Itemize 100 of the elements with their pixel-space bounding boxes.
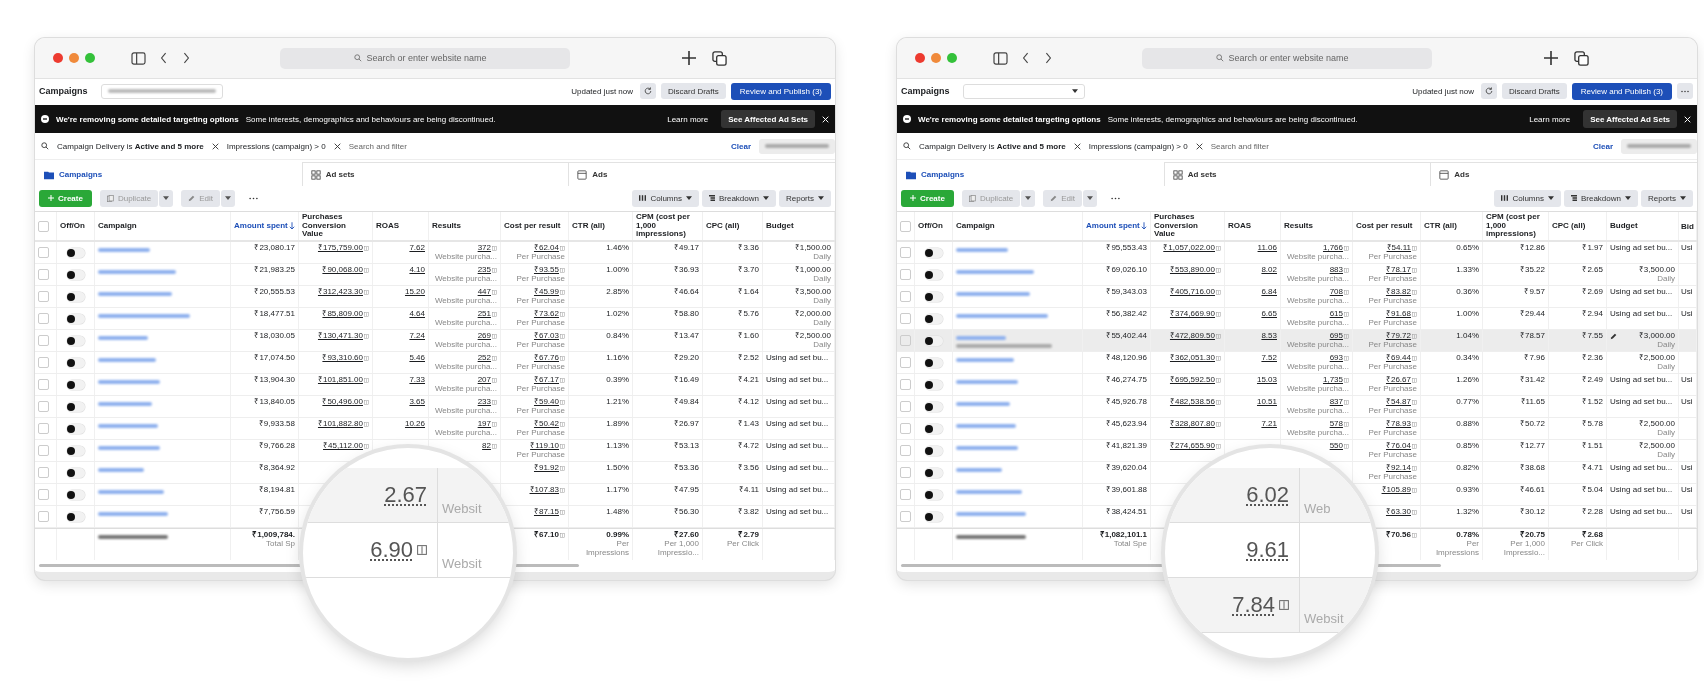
clear-link[interactable]: Clear [731, 141, 751, 151]
refresh-button[interactable] [640, 83, 657, 99]
more-icon[interactable] [249, 196, 259, 200]
compare-icon[interactable] [1216, 333, 1221, 339]
compare-icon[interactable] [560, 532, 565, 538]
columns-button[interactable]: Columns [1494, 189, 1561, 207]
blurred-campaign-name[interactable] [956, 358, 1014, 362]
column-header[interactable]: Amount spent [1086, 221, 1140, 231]
compare-icon[interactable] [560, 333, 565, 339]
row-checkbox[interactable] [900, 291, 911, 302]
zoom-button[interactable] [947, 53, 957, 63]
column-header[interactable]: ROAS [1228, 221, 1252, 231]
compare-icon[interactable] [560, 465, 565, 471]
row-checkbox[interactable] [38, 291, 49, 302]
compare-icon[interactable] [1344, 311, 1349, 317]
clear-link[interactable]: Clear [1593, 141, 1613, 151]
select-all-checkbox[interactable] [900, 220, 911, 232]
tab[interactable]: Campaigns [897, 162, 1165, 186]
filter-chip[interactable]: Impressions (campaign) > 0 [1088, 141, 1188, 151]
learn-more-link[interactable]: Learn more [1529, 114, 1571, 124]
remove-filter-icon[interactable] [333, 142, 341, 150]
column-header[interactable]: Amount spent [234, 221, 288, 231]
blurred-campaign-name[interactable] [98, 380, 160, 384]
compare-icon[interactable] [1216, 355, 1221, 361]
compare-icon[interactable] [492, 267, 497, 273]
blurred-campaign-name[interactable] [956, 292, 1030, 296]
duplicate-menu-button[interactable] [159, 189, 174, 207]
compare-icon[interactable] [1344, 399, 1349, 405]
table-row[interactable]: ₹13,840.05 ₹50,496.00 3.65 233 Website purcha... ₹59.40 Per Purchase 1.21% ₹49.84 ₹4.12 Using ad set bu... [35, 396, 835, 418]
table-row[interactable]: ₹45,623.94 ₹328,807.80 7.21 578 Website purcha... ₹78.93 Per Purchase 0.88% ₹50.72 ₹5.78 ₹2,500.00 Daily [897, 418, 1697, 440]
row-checkbox[interactable] [38, 313, 49, 324]
blurred-campaign-name[interactable] [956, 380, 1018, 384]
select-all-checkbox[interactable] [38, 220, 49, 232]
compare-icon[interactable] [1412, 399, 1417, 405]
reports-button[interactable]: Reports [1641, 189, 1693, 207]
table-row[interactable]: ₹17,074.50 ₹93,310.60 5.46 252 Website purcha... ₹67.76 Per Purchase 1.16% ₹29.20 ₹2.52 Using ad set bu... [35, 352, 835, 374]
see-affected-ad-sets-button[interactable]: See Affected Ad Sets [721, 110, 815, 128]
toggle-switch[interactable] [924, 335, 943, 346]
blurred-campaign-name[interactable] [98, 248, 150, 252]
compare-icon[interactable] [492, 245, 497, 251]
account-dropdown[interactable] [962, 83, 1085, 99]
review-and-publish-button[interactable]: Review and Publish (3) [1571, 82, 1672, 100]
sidebar-icon[interactable] [131, 51, 146, 65]
breakdown-button[interactable]: Breakdown [701, 189, 776, 207]
compare-icon[interactable] [1412, 333, 1417, 339]
compare-icon[interactable] [1216, 421, 1221, 427]
toggle-switch[interactable] [66, 335, 85, 346]
tab[interactable]: Campaigns [35, 162, 303, 186]
tab[interactable]: Ad sets [1163, 162, 1432, 186]
sort-descending-icon[interactable] [289, 222, 295, 230]
column-header[interactable]: Purchases Conversion Value [302, 212, 369, 240]
blurred-campaign-name[interactable] [956, 270, 1034, 274]
row-checkbox[interactable] [900, 445, 911, 456]
compare-icon[interactable] [1412, 421, 1417, 427]
blurred-campaign-name[interactable] [98, 358, 156, 362]
filter-chip[interactable]: Impressions (campaign) > 0 [226, 141, 326, 151]
row-checkbox[interactable] [38, 445, 49, 456]
compare-icon[interactable] [1412, 245, 1417, 251]
compare-icon[interactable] [364, 311, 369, 317]
table-row[interactable]: ₹45,926.78 ₹482,538.56 10.51 837 Website purcha... ₹54.87 Per Purchase 0.77% ₹11.65 ₹1.52 Using ad set bu... Usi [897, 396, 1697, 418]
toggle-switch[interactable] [924, 511, 943, 522]
tabs-icon[interactable] [712, 50, 727, 66]
compare-icon[interactable] [1216, 443, 1221, 449]
compare-icon[interactable] [1344, 333, 1349, 339]
toggle-switch[interactable] [66, 269, 85, 280]
toggle-switch[interactable] [66, 489, 85, 500]
blurred-campaign-name[interactable] [98, 402, 152, 406]
compare-icon[interactable] [1412, 289, 1417, 295]
reports-button[interactable]: Reports [779, 189, 831, 207]
blurred-campaign-name[interactable] [956, 424, 1016, 428]
row-checkbox[interactable] [38, 489, 49, 500]
column-header[interactable]: ROAS [376, 221, 400, 231]
compare-icon[interactable] [364, 267, 369, 273]
table-row[interactable]: ₹13,904.30 ₹101,851.00 7.33 207 Website purcha... ₹67.17 Per Purchase 0.39% ₹16.49 ₹4.21 Using ad set bu... [35, 374, 835, 396]
compare-icon[interactable] [1412, 355, 1417, 361]
discard-drafts-button[interactable]: Discard Drafts [1502, 83, 1567, 99]
table-row[interactable]: ₹95,553.43 ₹1,057,022.00 11.06 1,766 Website purcha... ₹54.11 Per Purchase 0.65% ₹12.86 ₹1.97 Using ad set bu... Usi [897, 242, 1697, 264]
row-checkbox[interactable] [38, 401, 49, 412]
compare-icon[interactable] [560, 377, 565, 383]
compare-icon[interactable] [560, 267, 565, 273]
compare-icon[interactable] [1344, 289, 1349, 295]
blurred-campaign-name[interactable] [98, 468, 144, 472]
account-selector[interactable] [100, 83, 223, 99]
compare-icon[interactable] [1412, 509, 1417, 515]
toggle-switch[interactable] [66, 313, 85, 324]
row-checkbox[interactable] [900, 423, 911, 434]
close-icon[interactable] [1684, 115, 1691, 123]
tab[interactable]: Ad sets [301, 162, 570, 186]
sidebar-icon[interactable] [993, 51, 1008, 65]
compare-icon[interactable] [560, 421, 565, 427]
row-checkbox[interactable] [38, 511, 49, 522]
close-icon[interactable] [822, 115, 829, 123]
table-row[interactable]: ₹18,030.05 ₹130,471.30 7.24 269 Website purcha... ₹67.03 Per Purchase 0.84% ₹13.47 ₹1.60 ₹2,500.00 Daily [35, 330, 835, 352]
toggle-switch[interactable] [924, 291, 943, 302]
column-header[interactable]: Campaign [956, 221, 995, 231]
toggle-switch[interactable] [924, 379, 943, 390]
column-header[interactable]: Off/On [918, 221, 943, 231]
toggle-switch[interactable] [924, 401, 943, 412]
learn-more-link[interactable]: Learn more [667, 114, 709, 124]
column-header[interactable]: Budget [766, 221, 794, 231]
